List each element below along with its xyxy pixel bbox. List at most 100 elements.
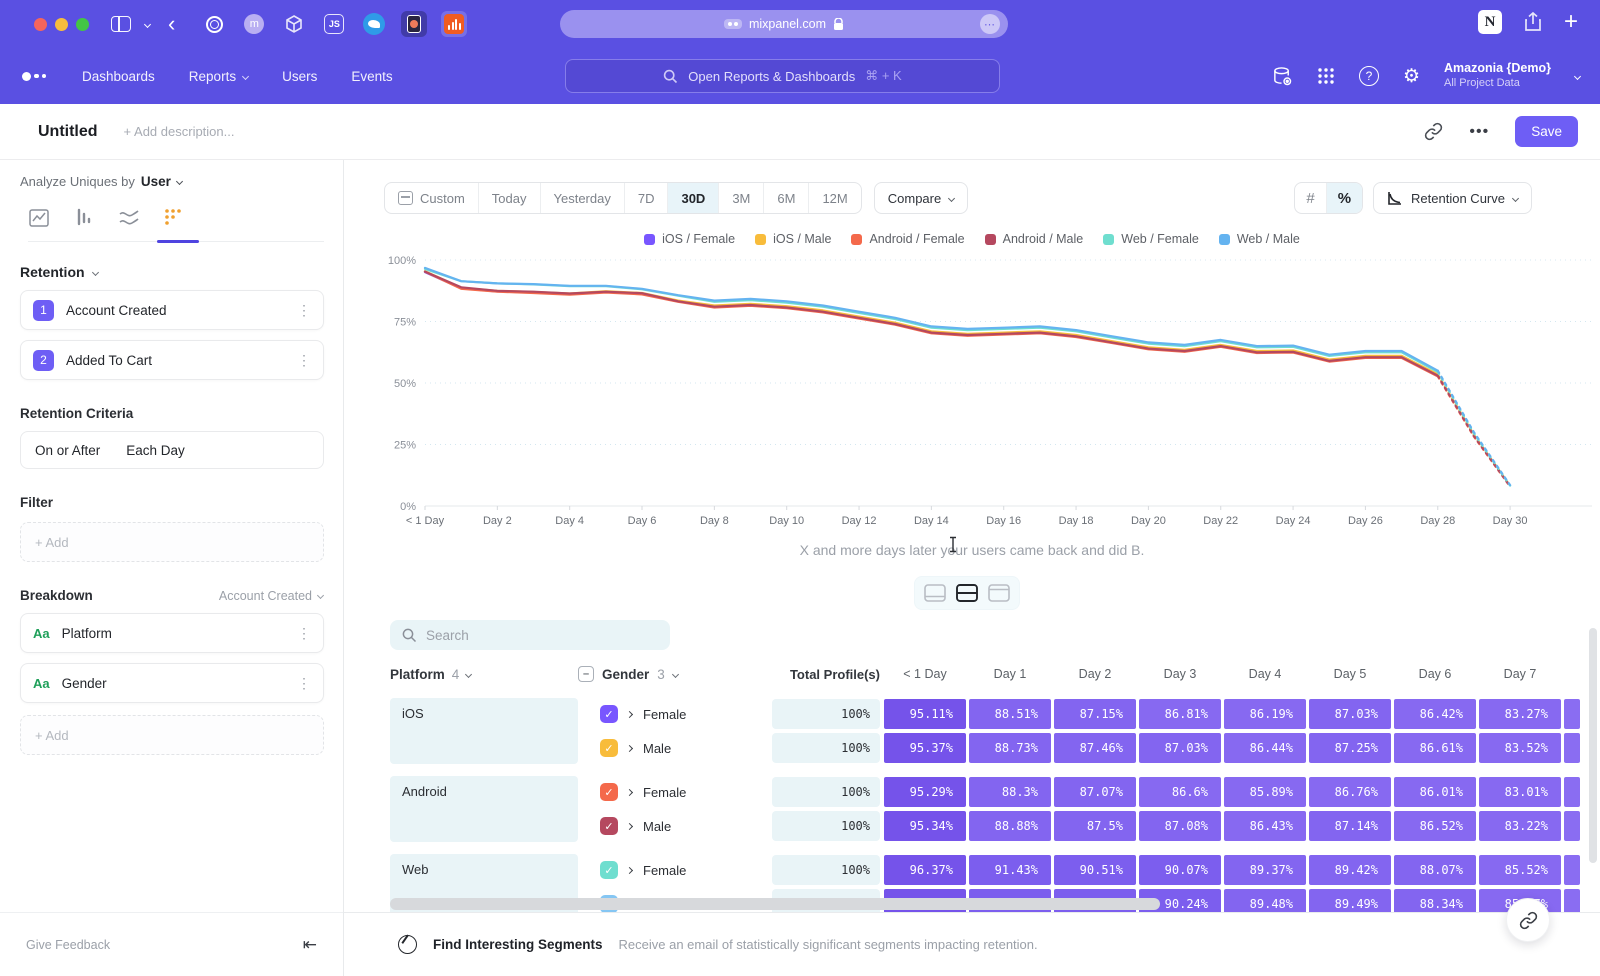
back-button[interactable]: ‹: [168, 13, 175, 35]
retention-value-cell[interactable]: 87.25%: [1309, 733, 1391, 763]
apps-grid-icon[interactable]: [1317, 67, 1335, 85]
retention-value-cell[interactable]: 95.37%: [884, 733, 966, 763]
retention-value-cell[interactable]: 86.52%: [1394, 811, 1476, 841]
retention-value-cell[interactable]: 86.81%: [1139, 699, 1221, 729]
data-management-icon[interactable]: [1272, 66, 1293, 87]
retention-value-cell[interactable]: 86.44%: [1224, 733, 1306, 763]
more-actions-icon[interactable]: •••: [1469, 123, 1489, 141]
kebab-menu-icon[interactable]: ⋮: [297, 352, 311, 369]
retention-value-cell[interactable]: 95.29%: [884, 777, 966, 807]
range-button-6m[interactable]: 6M: [763, 183, 808, 213]
layout-table-button[interactable]: [986, 582, 1012, 604]
retention-value-cell[interactable]: 89.37%: [1224, 855, 1306, 885]
table-row[interactable]: ✓Female100%95.29%88.3%87.07%86.6%85.89%8…: [578, 776, 1580, 808]
count-toggle-button[interactable]: #: [1295, 183, 1325, 213]
gender-cell[interactable]: ✓Male: [578, 817, 772, 835]
tab-retention[interactable]: [163, 207, 185, 229]
settings-gear-icon[interactable]: ⚙: [1403, 65, 1420, 88]
vertical-scrollbar[interactable]: [1589, 628, 1597, 863]
retention-step-card[interactable]: 1Account Created⋮: [20, 290, 324, 330]
avatar-extension-icon[interactable]: m: [241, 11, 267, 37]
gender-cell[interactable]: ✓Female: [578, 783, 772, 801]
retention-value-cell[interactable]: 88.73%: [969, 733, 1051, 763]
retention-value-cell[interactable]: 85.89%: [1224, 777, 1306, 807]
series-line[interactable]: [425, 272, 1438, 377]
tab-funnels[interactable]: [73, 207, 95, 229]
chevron-down-icon[interactable]: [144, 20, 151, 27]
kebab-menu-icon[interactable]: ⋮: [297, 625, 311, 642]
add-description-field[interactable]: + Add description...: [124, 124, 235, 139]
day-column-header[interactable]: Day 5: [1309, 667, 1391, 681]
help-icon[interactable]: ?: [1359, 66, 1379, 86]
series-checkbox[interactable]: ✓: [600, 861, 618, 879]
series-checkbox[interactable]: ✓: [600, 817, 618, 835]
retention-value-cell[interactable]: 87.07%: [1054, 777, 1136, 807]
retention-value-cell[interactable]: 88.07%: [1394, 855, 1476, 885]
retention-section-chevron-icon[interactable]: [92, 268, 99, 275]
kebab-menu-icon[interactable]: ⋮: [297, 675, 311, 692]
project-switcher[interactable]: Amazonia {Demo} All Project Data: [1444, 61, 1551, 90]
analyze-value[interactable]: User: [141, 174, 171, 189]
soundcloud-extension-icon[interactable]: [441, 11, 467, 37]
layout-split-button[interactable]: [954, 582, 980, 604]
nav-item-events[interactable]: Events: [351, 69, 392, 84]
retention-step-card[interactable]: 2Added To Cart⋮: [20, 340, 324, 380]
day-column-header[interactable]: Day 2: [1054, 667, 1136, 681]
series-line[interactable]: [425, 268, 1438, 371]
project-chevron-icon[interactable]: [1574, 72, 1581, 79]
js-extension-icon[interactable]: JS: [321, 11, 347, 37]
series-checkbox[interactable]: ✓: [600, 705, 618, 723]
tab-insights[interactable]: [28, 207, 50, 229]
legend-item[interactable]: iOS / Male: [755, 232, 831, 246]
retention-value-cell[interactable]: 83.22%: [1479, 811, 1561, 841]
expand-chevron-icon[interactable]: [626, 744, 633, 751]
table-row[interactable]: ✓Male100%95.34%88.88%87.5%87.08%86.43%87…: [578, 810, 1580, 842]
retention-value-cell[interactable]: 87.14%: [1309, 811, 1391, 841]
url-bar[interactable]: mixpanel.com ⋯: [560, 10, 1008, 38]
share-report-button[interactable]: [1506, 898, 1550, 942]
retention-value-cell[interactable]: 87.03%: [1309, 699, 1391, 729]
retention-value-cell[interactable]: 89.48%: [1224, 889, 1306, 912]
analyze-chevron-icon[interactable]: [176, 178, 183, 185]
day-column-header[interactable]: < 1 Day: [884, 667, 966, 681]
select-all-checkbox[interactable]: –: [578, 666, 594, 682]
cube-extension-icon[interactable]: [281, 11, 307, 37]
segments-title[interactable]: Find Interesting Segments: [433, 937, 603, 952]
retention-value-cell[interactable]: 86.01%: [1394, 777, 1476, 807]
expand-chevron-icon[interactable]: [626, 710, 633, 717]
retention-value-cell[interactable]: 87.08%: [1139, 811, 1221, 841]
day-column-header[interactable]: Day 1: [969, 667, 1051, 681]
series-line[interactable]: [425, 269, 1438, 372]
gender-cell[interactable]: ✓Female: [578, 861, 772, 879]
bird-extension-icon[interactable]: [361, 11, 387, 37]
legend-item[interactable]: Web / Male: [1219, 232, 1300, 246]
range-button-3m[interactable]: 3M: [718, 183, 763, 213]
day-column-header[interactable]: Day 3: [1139, 667, 1221, 681]
range-button-12m[interactable]: 12M: [808, 183, 860, 213]
copy-link-icon[interactable]: [1424, 122, 1443, 141]
collapse-sidebar-icon[interactable]: ⇤: [303, 935, 317, 955]
retention-value-cell[interactable]: 95.34%: [884, 811, 966, 841]
retention-value-cell[interactable]: 90.07%: [1139, 855, 1221, 885]
criteria-card[interactable]: On or After Each Day: [20, 431, 324, 469]
nav-item-users[interactable]: Users: [282, 69, 317, 84]
series-checkbox[interactable]: ✓: [600, 739, 618, 757]
platform-cell[interactable]: Android: [390, 776, 578, 842]
criteria-operator[interactable]: On or After: [35, 443, 100, 458]
minimize-window-button[interactable]: [55, 18, 68, 31]
gender-cell[interactable]: ✓Male: [578, 739, 772, 757]
retention-value-cell[interactable]: 86.76%: [1309, 777, 1391, 807]
retention-value-cell[interactable]: 83.01%: [1479, 777, 1561, 807]
close-window-button[interactable]: [34, 18, 47, 31]
share-icon[interactable]: [1524, 12, 1542, 32]
expand-chevron-icon[interactable]: [626, 788, 633, 795]
url-more-icon[interactable]: ⋯: [980, 14, 1000, 34]
retention-value-cell[interactable]: 96.37%: [884, 855, 966, 885]
percent-toggle-button[interactable]: %: [1326, 183, 1362, 213]
range-button-today[interactable]: Today: [478, 183, 540, 213]
legend-item[interactable]: Android / Female: [851, 232, 964, 246]
range-button-7d[interactable]: 7D: [624, 183, 668, 213]
mixpanel-logo-icon[interactable]: [22, 72, 46, 81]
retention-value-cell[interactable]: 86.19%: [1224, 699, 1306, 729]
add-breakdown-button[interactable]: + Add: [20, 715, 324, 755]
